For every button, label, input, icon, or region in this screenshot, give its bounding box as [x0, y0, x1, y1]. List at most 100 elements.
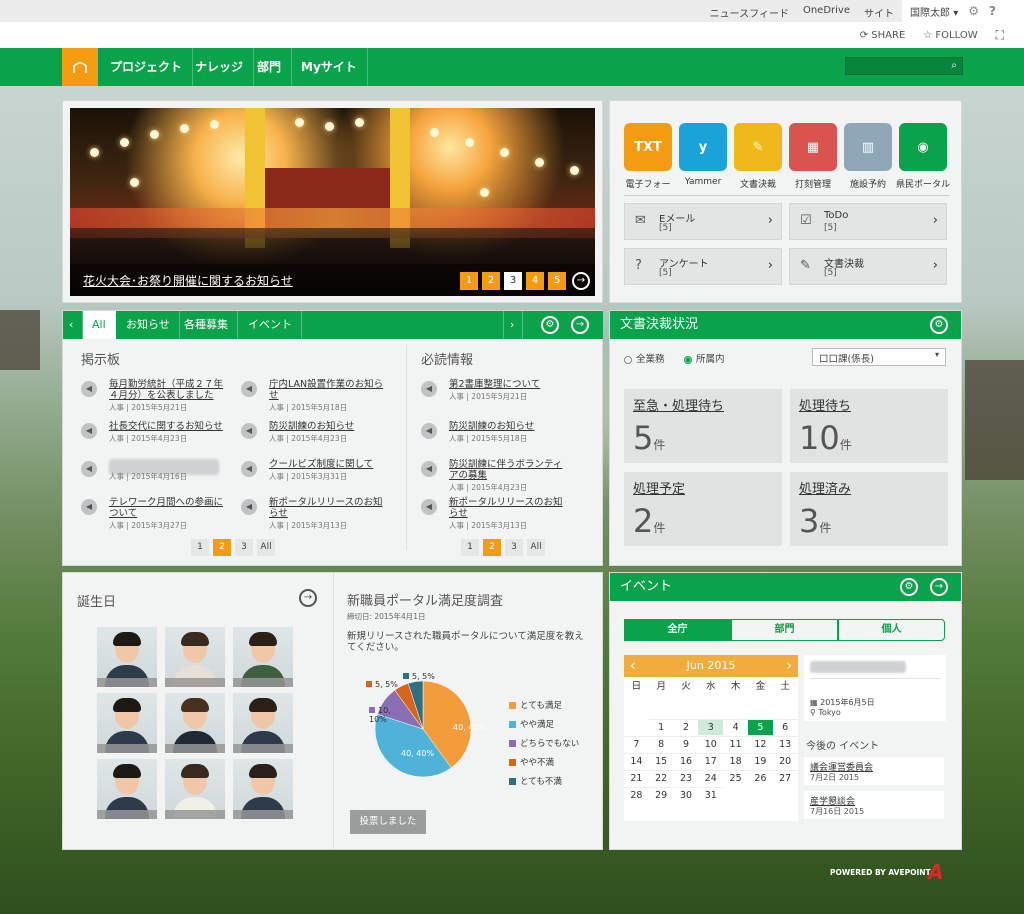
hero-page-5[interactable]: 5: [548, 272, 566, 290]
link-newsfeed[interactable]: ニュースフィード: [710, 5, 789, 20]
app-tile[interactable]: ◉: [899, 123, 947, 171]
tab-all-office[interactable]: 全庁: [624, 619, 731, 641]
news-item-title[interactable]: 社長交代に関するお知らせ: [109, 421, 224, 432]
birthday-more-arrow-icon[interactable]: →: [299, 589, 317, 607]
person-photo[interactable]: [97, 759, 157, 819]
person-photo[interactable]: [97, 693, 157, 753]
calendar-day[interactable]: 30: [673, 787, 699, 803]
share-button[interactable]: ⟳ SHARE: [860, 30, 906, 41]
news-item[interactable]: ◀ 毎月勤労統計（平成２７年４月分）を公表しました 人事 | 2015年5月21日: [81, 379, 223, 415]
news-item-title[interactable]: 第2書庫整理について: [449, 379, 564, 390]
tab-prev-icon[interactable]: ‹: [63, 311, 83, 339]
status-label[interactable]: 処理予定: [633, 478, 685, 497]
calendar-next-icon[interactable]: ›: [786, 655, 792, 677]
page-button[interactable]: All: [257, 539, 275, 556]
person-photo[interactable]: [233, 693, 293, 753]
hero-page-2[interactable]: 2: [482, 272, 500, 290]
page-button[interactable]: 2: [483, 539, 501, 556]
hero-page-1[interactable]: 1: [460, 272, 478, 290]
news-item[interactable]: ◀ 庁内LAN設置作業のお知らせ 人事 | 2015年5月18日: [241, 379, 384, 415]
calendar-day[interactable]: 22: [648, 770, 674, 786]
status-label[interactable]: 処理待ち: [799, 395, 851, 414]
calendar-day[interactable]: 2: [673, 719, 699, 735]
page-button[interactable]: All: [527, 539, 545, 556]
hero-page-4[interactable]: 4: [526, 272, 544, 290]
news-item[interactable]: ◀ 人事 | 2015年4月16日: [81, 459, 221, 495]
upcoming-event[interactable]: 議会運営委員会 7月2日 2015: [804, 757, 944, 785]
calendar-day[interactable]: 19: [748, 753, 773, 769]
news-item-title[interactable]: テレワーク月間への参画について: [109, 497, 224, 519]
radio-dept[interactable]: 所属内: [684, 351, 725, 365]
link-sites[interactable]: サイト: [864, 5, 894, 20]
follow-button[interactable]: ☆ FOLLOW: [923, 30, 977, 41]
tab-department[interactable]: 部門: [731, 619, 838, 641]
nav-item-knowledge[interactable]: ナレッジ: [185, 48, 255, 86]
nav-item-project[interactable]: プロジェクト: [100, 48, 194, 86]
calendar-day[interactable]: 26: [748, 770, 773, 786]
calendar-day[interactable]: 20: [772, 753, 798, 769]
quick-link[interactable]: ✎ 文書決裁 [5] ›: [789, 248, 947, 285]
news-item-title[interactable]: 庁内LAN設置作業のお知らせ: [269, 379, 384, 401]
tab-notices[interactable]: お知らせ: [117, 311, 180, 339]
calendar-day[interactable]: 13: [772, 736, 798, 752]
focus-icon[interactable]: ⛶: [996, 28, 1004, 43]
link-onedrive[interactable]: OneDrive: [803, 5, 850, 20]
app-tile[interactable]: TXT: [624, 123, 672, 171]
tab-personal[interactable]: 個人: [838, 619, 945, 641]
tab-all[interactable]: All: [83, 311, 116, 339]
news-item[interactable]: ◀ クールビズ制度に関して 人事 | 2015年3月31日: [241, 459, 381, 495]
app-tile[interactable]: ▥: [844, 123, 892, 171]
news-item[interactable]: ◀ 防災訓練のお知らせ 人事 | 2015年5月18日: [421, 421, 561, 457]
calendar-day[interactable]: 1: [648, 719, 674, 735]
calendar-day[interactable]: 28: [624, 787, 649, 803]
search-input[interactable]: ⌕: [845, 57, 963, 75]
calendar-day[interactable]: 18: [723, 753, 748, 769]
vote-button[interactable]: 投票しました: [350, 810, 426, 834]
radio-all[interactable]: 全業務: [624, 351, 665, 365]
calendar-day[interactable]: 31: [698, 787, 724, 803]
calendar-day[interactable]: 17: [698, 753, 724, 769]
nav-item-department[interactable]: 部門: [247, 48, 293, 86]
calendar-day[interactable]: 7: [624, 736, 649, 752]
more-arrow-icon[interactable]: →: [571, 316, 589, 334]
calendar-day[interactable]: 12: [748, 736, 773, 752]
person-photo[interactable]: [233, 627, 293, 687]
calendar-day[interactable]: 4: [723, 719, 748, 735]
hero-caption-link[interactable]: 花火大会･お祭り開催に関するお知らせ: [83, 272, 293, 289]
page-button[interactable]: 1: [191, 539, 209, 556]
settings-gear-icon[interactable]: ⚙: [541, 316, 559, 334]
app-tile[interactable]: ▦: [789, 123, 837, 171]
calendar-day[interactable]: 10: [698, 736, 724, 752]
calendar-day[interactable]: 16: [673, 753, 699, 769]
calendar-day[interactable]: 24: [698, 770, 724, 786]
calendar-day[interactable]: 5: [748, 719, 773, 735]
calendar-day[interactable]: 21: [624, 770, 649, 786]
calendar-day[interactable]: 15: [648, 753, 674, 769]
news-item[interactable]: ◀ 防災訓練に伴うボランティアの募集 人事 | 2015年4月23日: [421, 459, 564, 495]
page-button[interactable]: 2: [213, 539, 231, 556]
quick-link[interactable]: ? アンケート [5] ›: [624, 248, 782, 285]
quick-link[interactable]: ✉ Eメール [5] ›: [624, 203, 782, 240]
calendar-day[interactable]: 3: [698, 719, 724, 735]
nav-item-mysite[interactable]: Myサイト: [291, 48, 368, 86]
calendar-prev-icon[interactable]: ‹: [630, 655, 636, 677]
calendar-day[interactable]: 8: [648, 736, 674, 752]
settings-gear-icon[interactable]: ⚙: [900, 578, 918, 596]
news-item-title[interactable]: 防災訓練に伴うボランティアの募集: [449, 459, 564, 481]
news-item-title[interactable]: クールビズ制度に関して: [269, 459, 384, 470]
quick-link[interactable]: ☑ ToDo [5] ›: [789, 203, 947, 240]
hero-next-arrow-icon[interactable]: →: [572, 272, 590, 290]
news-item[interactable]: ◀ 防災訓練のお知らせ 人事 | 2015年4月23日: [241, 421, 381, 457]
settings-gear-icon[interactable]: ⚙: [930, 316, 948, 334]
user-menu[interactable]: 国際太郎 ▾: [910, 4, 958, 19]
help-icon[interactable]: ?: [989, 4, 996, 18]
person-photo[interactable]: [165, 693, 225, 753]
dept-select[interactable]: 口口課(係長) ▾: [812, 348, 946, 366]
tab-next-icon[interactable]: ›: [503, 311, 523, 339]
news-item[interactable]: ◀ 新ポータルリリースのお知らせ 人事 | 2015年3月13日: [421, 497, 563, 533]
news-item[interactable]: ◀ 社長交代に関するお知らせ 人事 | 2015年4月23日: [81, 421, 224, 457]
page-button[interactable]: 1: [461, 539, 479, 556]
calendar-day[interactable]: 14: [624, 753, 649, 769]
tab-events[interactable]: イベント: [239, 311, 302, 339]
app-tile[interactable]: ✎: [734, 123, 782, 171]
